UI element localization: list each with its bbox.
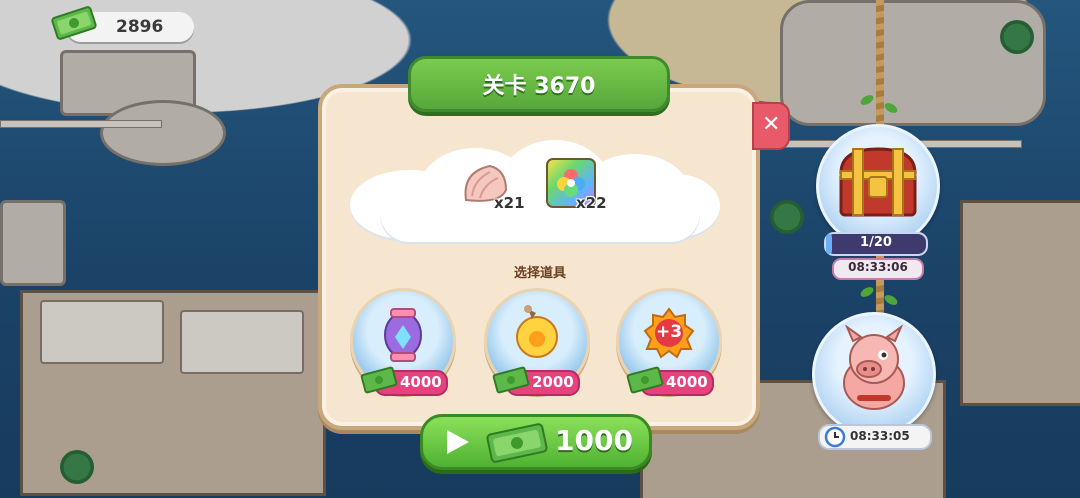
rewards-cloud [350, 140, 720, 244]
cash-bundle-icon [486, 423, 548, 463]
piggy-timer-text: 08:33:05 [850, 429, 910, 443]
booster-price-tag: 2000 [492, 366, 580, 396]
level-title-banner: 关卡 3670 [408, 56, 670, 112]
piggy-bank-icon [843, 325, 905, 410]
bomb-orb-booster-icon [516, 305, 558, 358]
clock-icon [824, 426, 846, 448]
chest-timer-text: 08:33:06 [848, 260, 908, 274]
treasure-chest-icon [839, 147, 917, 217]
booster-price: 2000 [532, 373, 574, 391]
booster-price-tag: 4000 [626, 366, 714, 396]
plus-three-moves-icon: +3 [643, 307, 695, 359]
booster-price-tag: 4000 [360, 366, 448, 396]
reward-qty: x21 [494, 194, 525, 212]
chest-progress-bar: 1/20 [824, 232, 928, 256]
reward-qty: x22 [576, 194, 607, 212]
level-title: 关卡 3670 [482, 74, 596, 99]
lantern-booster-icon [384, 308, 422, 362]
reward-item: x22 [544, 156, 618, 216]
reward-item: x21 [460, 160, 530, 220]
piggy-timer: 08:33:05 [818, 424, 932, 450]
play-cost: 1000 [555, 424, 633, 457]
chest-progress-text: 1/20 [860, 235, 892, 250]
play-button[interactable]: 1000 [420, 414, 652, 470]
booster-price: 4000 [400, 373, 442, 391]
chest-timer: 08:33:06 [832, 258, 924, 280]
cash-amount: 2896 [116, 17, 164, 37]
play-icon [447, 430, 469, 454]
booster-price: 4000 [666, 373, 708, 391]
piggy-bank-event[interactable] [812, 312, 936, 436]
moves-badge: +3 [655, 322, 683, 342]
close-button[interactable]: ✕ [752, 102, 790, 150]
close-icon: ✕ [762, 112, 781, 137]
treasure-chest-event[interactable] [816, 124, 940, 248]
